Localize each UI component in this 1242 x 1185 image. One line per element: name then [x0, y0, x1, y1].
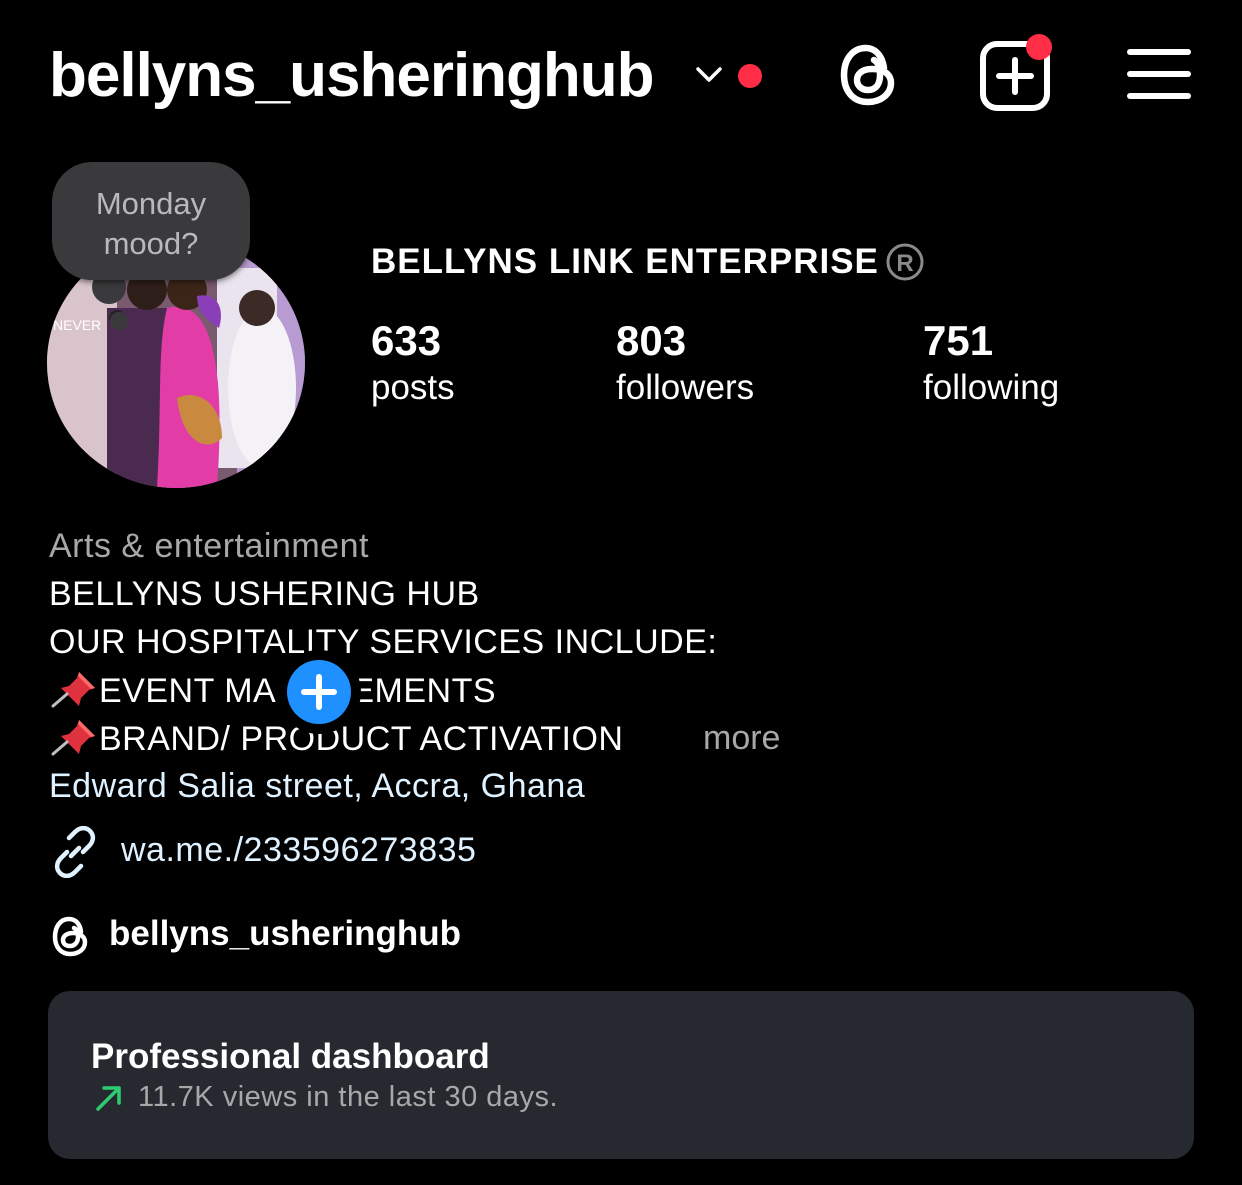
account-switcher-username[interactable]: bellyns_usheringhub — [49, 38, 655, 114]
profile-category: Arts & entertainment — [49, 527, 369, 565]
pushpin-icon — [51, 672, 95, 708]
notification-dot — [738, 64, 762, 88]
threads-handle: bellyns_usheringhub — [109, 914, 461, 953]
followers-label: followers — [616, 368, 755, 407]
hamburger-menu-icon[interactable] — [1126, 44, 1192, 104]
svg-text:R: R — [896, 250, 913, 277]
posts-stat[interactable]: 633 posts — [371, 316, 455, 410]
following-stat[interactable]: 751 following — [923, 316, 1059, 410]
note-bubble-tail-small — [110, 312, 128, 330]
threads-icon[interactable] — [834, 38, 904, 112]
posts-count: 633 — [371, 317, 442, 364]
note-text: Monday mood? — [95, 186, 207, 261]
bio-line: BELLYNS USHERING HUB — [49, 575, 480, 613]
display-name: BELLYNS LINK ENTERPRISE — [371, 242, 879, 281]
create-notification-dot — [1026, 34, 1052, 60]
add-story-button[interactable] — [277, 650, 361, 734]
dashboard-views-summary: 11.7K views in the last 30 days. — [138, 1081, 559, 1113]
registered-trademark-icon: R — [886, 243, 924, 281]
plus-icon — [301, 674, 337, 710]
posts-label: posts — [371, 368, 455, 407]
pushpin-icon — [51, 720, 95, 756]
bio-line-text: BRAND/ PRODUCT ACTIVATION — [99, 720, 624, 758]
professional-dashboard-card[interactable]: Professional dashboard 11.7K views in th… — [48, 991, 1194, 1159]
followers-stat[interactable]: 803 followers — [616, 316, 754, 410]
trending-up-arrow-icon — [96, 1086, 121, 1111]
link-icon — [54, 826, 96, 878]
avatar-photo-text: NEVER — [53, 317, 101, 333]
note-bubble[interactable]: Monday mood? — [52, 162, 250, 280]
bio-line: OUR HOSPITALITY SERVICES INCLUDE: — [49, 623, 718, 661]
website-link-text: wa.me./233596273835 — [121, 831, 477, 869]
following-count: 751 — [923, 317, 994, 364]
chevron-down-icon[interactable] — [692, 60, 726, 90]
following-label: following — [923, 368, 1060, 407]
top-bar: bellyns_usheringhub — [0, 0, 1242, 150]
followers-count: 803 — [616, 317, 687, 364]
bio-line-pinned: EVENT MANAGEMENTS — [49, 668, 496, 713]
bio-more-button[interactable]: more — [703, 716, 780, 760]
threads-icon — [52, 916, 88, 957]
dashboard-title: Professional dashboard — [91, 1037, 490, 1076]
add-story-circle — [287, 660, 351, 724]
address-link[interactable]: Edward Salia street, Accra, Ghana — [49, 764, 585, 808]
